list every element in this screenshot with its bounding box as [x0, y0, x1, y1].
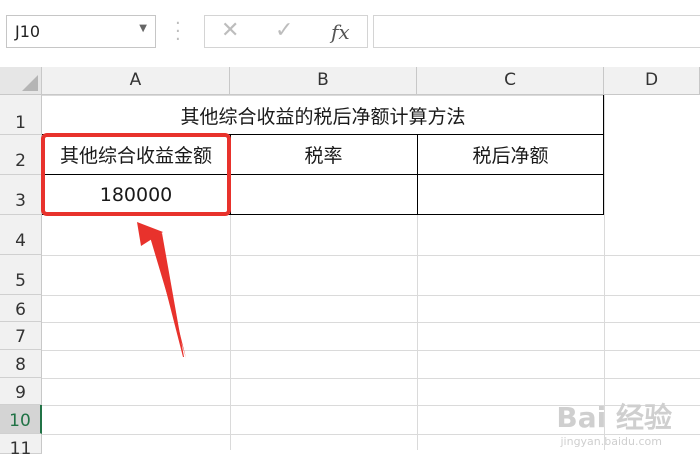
- watermark-url: jingyan.baidu.com: [560, 435, 662, 448]
- arrow-shaft-edge: [150, 234, 186, 358]
- red-arrow-icon: [137, 222, 186, 358]
- watermark-logo: Bai 经验: [556, 401, 672, 434]
